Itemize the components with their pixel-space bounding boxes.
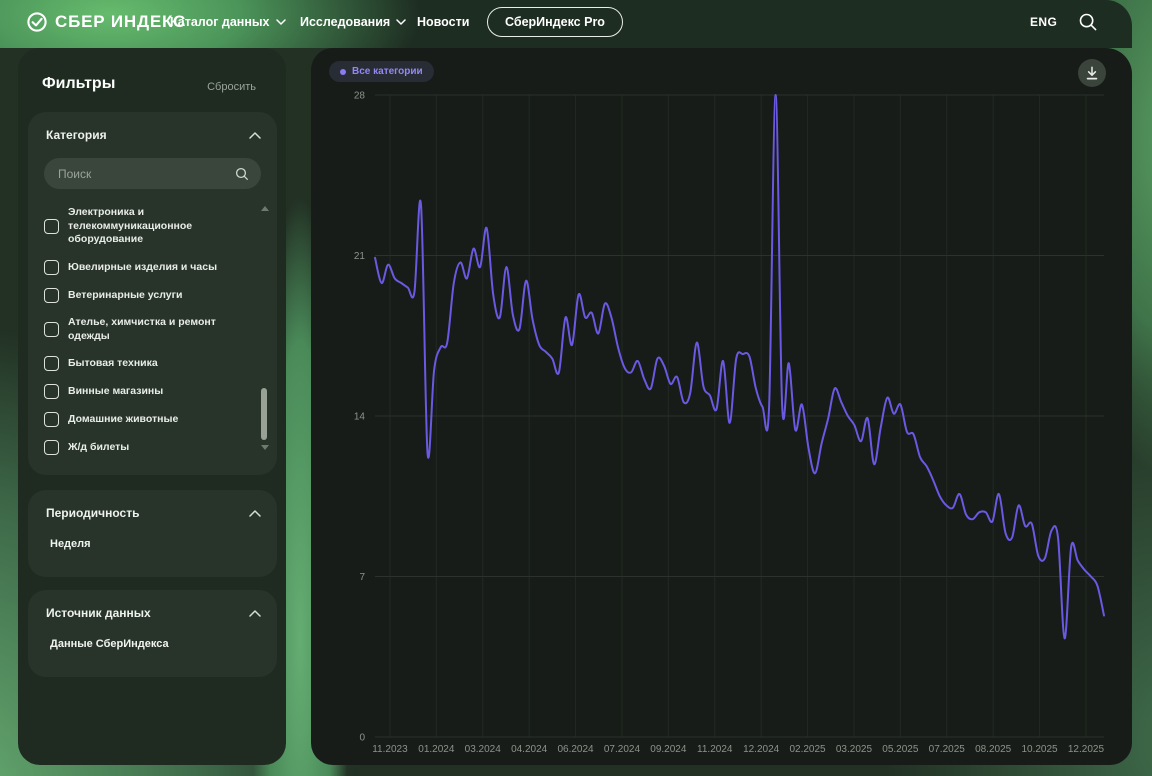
category-label: Ветеринарные услуги bbox=[68, 288, 183, 301]
scrollbar-thumb[interactable] bbox=[261, 388, 267, 440]
checkbox[interactable] bbox=[44, 322, 59, 338]
language-switcher[interactable]: ENG bbox=[1030, 0, 1057, 44]
checkbox[interactable] bbox=[44, 259, 59, 275]
category-label: Ж/д билеты bbox=[68, 440, 130, 453]
scroll-up-arrow-icon[interactable] bbox=[261, 206, 269, 211]
category-checkbox-item[interactable]: Ателье, химчистка и ремонт одежды bbox=[44, 316, 243, 343]
category-list: Электроника и телекоммуникационное обору… bbox=[44, 206, 243, 461]
filters-panel: Фильтры Сбросить Категория Электроника и… bbox=[18, 48, 286, 765]
category-search-input[interactable] bbox=[44, 166, 235, 181]
x-axis-tick-label: 08.2025 bbox=[975, 744, 1012, 755]
checkbox[interactable] bbox=[44, 356, 59, 372]
x-axis-tick-label: 04.2024 bbox=[511, 744, 548, 755]
category-section-title: Категория bbox=[46, 128, 107, 142]
chevron-up-icon[interactable] bbox=[249, 131, 261, 139]
category-checkbox-item[interactable]: Домашние животные bbox=[44, 412, 243, 428]
nav-data-catalog[interactable]: Каталог данных bbox=[170, 0, 286, 44]
sber-check-circle-icon bbox=[27, 12, 47, 32]
category-label: Ателье, химчистка и ремонт одежды bbox=[68, 315, 216, 342]
checkbox[interactable] bbox=[44, 218, 59, 234]
category-label: Ювелирные изделия и часы bbox=[68, 260, 218, 273]
reset-filters-button[interactable]: Сбросить bbox=[207, 81, 256, 93]
search-icon[interactable] bbox=[235, 167, 249, 181]
x-axis-tick-label: 12.2025 bbox=[1068, 744, 1105, 755]
y-axis-tick-label: 7 bbox=[359, 572, 365, 583]
nav-news[interactable]: Новости bbox=[417, 0, 469, 44]
chart-panel: Все категории 11.2023 01.2024 03.2024 04.20… bbox=[311, 48, 1132, 765]
x-axis-tick-label: 07.2024 bbox=[604, 744, 641, 755]
chart-canvas[interactable]: 11.2023 01.2024 03.2024 04.2024 06.2024 07.20… bbox=[311, 48, 1132, 765]
chevron-down-icon bbox=[275, 19, 286, 25]
category-scrollbar[interactable] bbox=[260, 206, 269, 450]
top-navigation-bar: СБЕР ИНДЕКС Каталог данных Исследования … bbox=[0, 0, 1132, 48]
checkbox[interactable] bbox=[44, 412, 59, 428]
x-axis-tick-label: 02.2025 bbox=[789, 744, 826, 755]
checkbox[interactable] bbox=[44, 384, 59, 400]
nav-research-label: Исследования bbox=[300, 15, 391, 29]
y-axis-tick-label: 21 bbox=[354, 251, 366, 262]
nav-news-label: Новости bbox=[417, 15, 470, 29]
x-axis-tick-label: 01.2024 bbox=[418, 744, 455, 755]
periodicity-section-header[interactable]: Периодичность bbox=[46, 506, 261, 520]
logo[interactable]: СБЕР ИНДЕКС bbox=[26, 11, 186, 33]
periodicity-section-title: Периодичность bbox=[46, 506, 140, 520]
logo-text: СБЕР ИНДЕКС bbox=[55, 12, 187, 31]
x-axis-tick-label: 05.2025 bbox=[882, 744, 919, 755]
sberindex-pro-button[interactable]: СберИндекс Pro bbox=[487, 7, 623, 37]
search-icon[interactable] bbox=[1078, 12, 1098, 32]
y-axis-tick-label: 28 bbox=[354, 91, 366, 102]
filters-title: Фильтры bbox=[42, 75, 116, 92]
category-search-box bbox=[44, 158, 261, 189]
x-axis-tick-label: 10.2025 bbox=[1021, 744, 1058, 755]
periodicity-filter-card: Периодичность Неделя bbox=[28, 490, 277, 577]
periodicity-value[interactable]: Неделя bbox=[50, 538, 91, 550]
nav-data-catalog-label: Каталог данных bbox=[170, 15, 270, 29]
x-axis-tick-label: 11.2023 bbox=[372, 744, 408, 755]
nav-research[interactable]: Исследования bbox=[300, 0, 406, 44]
category-checkbox-item[interactable]: Винные магазины bbox=[44, 384, 243, 400]
data-source-value[interactable]: Данные СберИндекса bbox=[50, 638, 169, 650]
x-axis-tick-label: 03.2024 bbox=[465, 744, 502, 755]
checkbox[interactable] bbox=[44, 287, 59, 303]
category-checkbox-item[interactable]: Ювелирные изделия и часы bbox=[44, 259, 243, 275]
category-label: Электроника и телекоммуникационное обору… bbox=[68, 206, 193, 246]
checkbox[interactable] bbox=[44, 440, 59, 456]
category-label: Домашние животные bbox=[68, 412, 179, 425]
x-axis-tick-label: 03.2025 bbox=[836, 744, 873, 755]
x-axis-tick-label: 06.2024 bbox=[557, 744, 594, 755]
category-checkbox-item[interactable]: Ветеринарные услуги bbox=[44, 287, 243, 303]
x-axis-tick-label: 09.2024 bbox=[650, 744, 687, 755]
category-checkbox-item[interactable]: Бытовая техника bbox=[44, 356, 243, 372]
x-axis-tick-label: 07.2025 bbox=[929, 744, 966, 755]
category-label: Винные магазины bbox=[68, 384, 164, 397]
x-axis-tick-label: 12.2024 bbox=[743, 744, 780, 755]
y-axis-tick-label: 0 bbox=[359, 733, 365, 744]
data-source-section-header[interactable]: Источник данных bbox=[46, 606, 261, 620]
x-axis-tick-label: 11.2024 bbox=[697, 744, 733, 755]
y-axis-tick-label: 14 bbox=[354, 412, 366, 423]
category-label: Бытовая техника bbox=[68, 356, 158, 369]
category-section-header[interactable]: Категория bbox=[46, 128, 261, 142]
data-source-section-title: Источник данных bbox=[46, 606, 151, 620]
chevron-down-icon bbox=[396, 19, 406, 25]
chevron-up-icon[interactable] bbox=[249, 609, 261, 617]
category-checkbox-item[interactable]: Электроника и телекоммуникационное обору… bbox=[44, 206, 243, 247]
scroll-down-arrow-icon[interactable] bbox=[261, 445, 269, 450]
category-filter-card: Категория Электроника и телекоммуникацио… bbox=[28, 112, 277, 475]
chevron-up-icon[interactable] bbox=[249, 509, 261, 517]
data-source-filter-card: Источник данных Данные СберИндекса bbox=[28, 590, 277, 677]
series-line-all-categories bbox=[374, 94, 1105, 640]
category-checkbox-item[interactable]: Ж/д билеты bbox=[44, 440, 243, 456]
